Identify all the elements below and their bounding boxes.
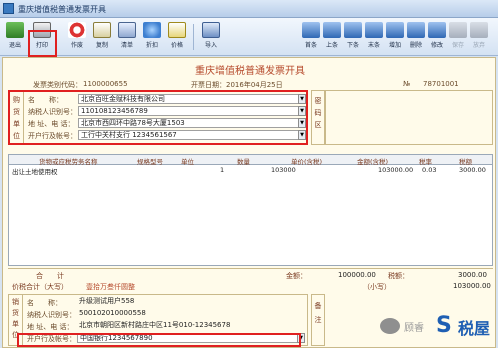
toolbar-separator xyxy=(193,24,194,50)
chevron-down-icon[interactable]: ▼ xyxy=(298,94,306,104)
table-row[interactable]: 出让土地使用权 1 103000 103000.00 0.03 3000.00 xyxy=(9,165,492,176)
print-button-highlight xyxy=(28,30,57,57)
invoice-date-value: 2016年04月25日 xyxy=(226,81,283,89)
totals-section: 合 计 金额： 100000.00 税额： 3000.00 价税合计（大写） 壹… xyxy=(8,268,493,292)
buyer-address-field[interactable]: 北京市西四环中路78号大厦1503 xyxy=(78,118,300,128)
void-icon xyxy=(68,22,86,38)
watermark-logo-icon: S xyxy=(436,313,452,338)
chevron-down-icon[interactable]: ▼ xyxy=(298,118,306,128)
capital-value: 壹拾万叁仟圆整 xyxy=(86,283,135,291)
void-button[interactable]: 作废 xyxy=(64,20,90,54)
chat-bubble-icon xyxy=(380,318,400,334)
import-icon xyxy=(202,22,220,38)
buyer-bank-field[interactable]: 工行中关村支行 1234561567 xyxy=(78,130,300,140)
window-title: 重庆增值税普通发票开具 xyxy=(18,5,106,14)
chevron-down-icon[interactable]: ▼ xyxy=(298,130,306,140)
watermark-author: 顾睿 xyxy=(404,323,424,334)
list-button[interactable]: 清单 xyxy=(114,20,140,54)
seller-taxid-value: 500102010000558 xyxy=(79,309,146,317)
buyer-bank-row: 开户行及帐号： 工行中关村支行 1234561567 ▼ xyxy=(26,130,306,141)
seller-name-row: 名 称： 升级测试用户558 xyxy=(25,297,305,308)
copy-button[interactable]: 复制 xyxy=(89,20,115,54)
remark-label: 备注 xyxy=(311,294,325,346)
invoice-title: 重庆增值税普通发票开具 xyxy=(195,66,305,77)
invoice-code-label: 发票类别代码： xyxy=(33,81,82,89)
exit-icon xyxy=(6,22,24,38)
buyer-taxid-row: 纳税人识别号： 110108123456789 ▼ xyxy=(26,106,306,117)
price-button[interactable]: 价格 xyxy=(164,20,190,54)
chevron-down-icon[interactable]: ▼ xyxy=(298,106,306,116)
invoice-code-value: 1100000655 xyxy=(83,80,128,88)
tax-value: 3000.00 xyxy=(458,271,487,279)
invoice-form: 重庆增值税普通发票开具 发票类别代码： 1100000655 开票日期： 201… xyxy=(2,57,496,348)
buyer-taxid-field[interactable]: 110108123456789 xyxy=(78,106,300,116)
edit-icon xyxy=(428,22,446,38)
seller-address-value: 北京市朝阳区新村路庄中区11号010-12345678 xyxy=(79,321,231,329)
watermark: 顾睿 S 税屋 xyxy=(380,312,494,344)
seller-address-row: 地 址、电 话： 北京市朝阳区新村路庄中区11号010-12345678 xyxy=(25,321,305,332)
invoice-no-label: № xyxy=(403,80,411,88)
copy-icon xyxy=(93,22,111,38)
invoice-no-value: 78701001 xyxy=(423,80,459,88)
invoice-date-label: 开票日期： xyxy=(191,81,226,89)
import-button[interactable]: 导入 xyxy=(198,20,224,54)
next-icon xyxy=(344,22,362,38)
buyer-address-row: 地 址、电 话： 北京市西四环中路78号大厦1503 ▼ xyxy=(26,118,306,129)
price-icon xyxy=(168,22,186,38)
cancel-icon xyxy=(470,22,488,38)
delete-icon xyxy=(407,22,425,38)
buyer-name-field[interactable]: 北京百旺金赋科技有限公司 xyxy=(78,94,300,104)
seller-name-value: 升级测试用户558 xyxy=(79,297,135,305)
tax-label: 税额： xyxy=(388,272,409,280)
cancel-button[interactable]: 放弃 xyxy=(466,20,492,54)
toolbar: 退出 打印 作废 复制 清单 折扣 价格 导入 首条 上条 下条 末条 增加 删… xyxy=(0,18,498,56)
goods-table: 货物或应税劳务名称 规格型号 单位 数量 单价(含税) 金额(含税) 税率 税额… xyxy=(8,154,493,266)
last-icon xyxy=(365,22,383,38)
password-area-label: 密码区 xyxy=(311,90,325,145)
amount-label: 金额： xyxy=(286,272,307,280)
small-label: （小写） xyxy=(363,283,391,291)
seller-taxid-row: 纳税人识别号： 500102010000558 xyxy=(25,309,305,320)
discount-button[interactable]: 折扣 xyxy=(139,20,165,54)
buyer-name-row: 名 称： 北京百旺金赋科技有限公司 ▼ xyxy=(26,94,306,105)
app-icon xyxy=(3,3,14,14)
amount-value: 100000.00 xyxy=(338,271,376,279)
add-icon xyxy=(386,22,404,38)
prev-icon xyxy=(323,22,341,38)
list-icon xyxy=(118,22,136,38)
seller-bank-highlight xyxy=(17,333,301,347)
exit-button[interactable]: 退出 xyxy=(2,20,28,54)
sum-label: 合 计 xyxy=(36,272,64,280)
first-icon xyxy=(302,22,320,38)
password-area xyxy=(325,90,493,145)
goods-table-header: 货物或应税劳务名称 规格型号 单位 数量 单价(含税) 金额(含税) 税率 税额 xyxy=(9,155,492,166)
buyer-section: 购货单位 名 称： 北京百旺金赋科技有限公司 ▼ 纳税人识别号： 1101081… xyxy=(8,90,308,145)
watermark-brand: 税屋 xyxy=(458,319,491,338)
discount-icon xyxy=(143,22,161,38)
buyer-side-label: 购货单位 xyxy=(10,92,24,143)
small-value: 103000.00 xyxy=(453,282,491,290)
capital-label: 价税合计（大写） xyxy=(12,283,68,291)
window-titlebar: 重庆增值税普通发票开具 xyxy=(0,0,498,18)
save-icon xyxy=(449,22,467,38)
